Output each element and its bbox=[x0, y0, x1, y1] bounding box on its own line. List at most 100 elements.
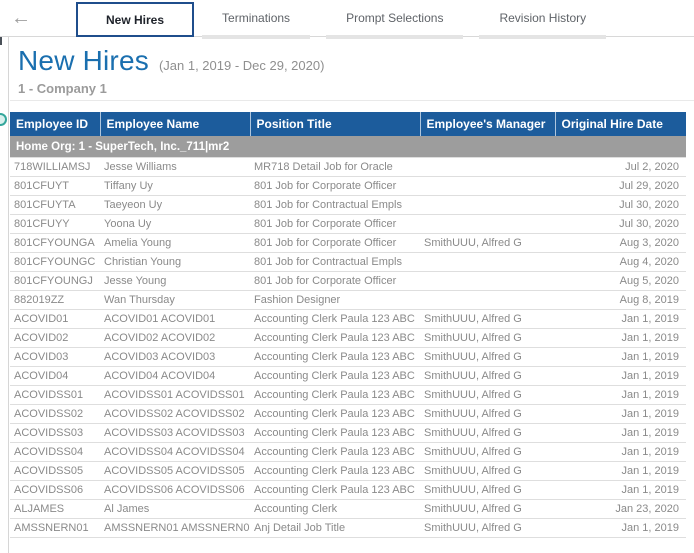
group-header-row: Home Org: 1 - SuperTech, Inc._711|mr2 bbox=[10, 136, 686, 158]
table-row: 718WILLIAMSJJesse WilliamsMR718 Detail J… bbox=[10, 158, 686, 177]
hire-date-cell: Jan 1, 2019 bbox=[555, 367, 686, 386]
employee-id-cell: 801CFYOUNGC bbox=[10, 253, 100, 272]
hire-date-cell: Jul 30, 2020 bbox=[555, 196, 686, 215]
position-title-cell: Accounting Clerk Paula 123 ABC bbox=[250, 329, 420, 348]
position-title-cell: MR718 Detail Job for Oracle bbox=[250, 158, 420, 177]
employee-id-cell: 801CFUYY bbox=[10, 215, 100, 234]
position-title-cell: 801 Job for Corporate Officer bbox=[250, 272, 420, 291]
manager-cell: SmithUUU, Alfred G bbox=[420, 500, 555, 519]
employee-id-cell: ACOVID01 bbox=[10, 310, 100, 329]
employee-id-cell: 801CFYOUNGA bbox=[10, 234, 100, 253]
manager-cell: SmithUUU, Alfred G bbox=[420, 367, 555, 386]
table-row: 882019ZZWan ThursdayFashion DesignerAug … bbox=[10, 291, 686, 310]
employee-id-cell: ACOVIDSS01 bbox=[10, 386, 100, 405]
hire-date-cell: Jan 1, 2019 bbox=[555, 462, 686, 481]
employee-id-cell: ACOVID04 bbox=[10, 367, 100, 386]
position-title-cell: Accounting Clerk Paula 123 ABC bbox=[250, 386, 420, 405]
manager-cell bbox=[420, 196, 555, 215]
hire-date-cell: Aug 8, 2019 bbox=[555, 291, 686, 310]
tab-terminations[interactable]: Terminations bbox=[194, 2, 318, 33]
employee-name-cell: Taeyeon Uy bbox=[100, 196, 250, 215]
employee-id-cell: 801CFUYT bbox=[10, 177, 100, 196]
manager-cell: SmithUUU, Alfred G bbox=[420, 443, 555, 462]
employee-name-cell: ACOVIDSS04 ACOVIDSS04 bbox=[100, 443, 250, 462]
position-title-cell: Accounting Clerk Paula 123 ABC bbox=[250, 443, 420, 462]
table-row: ACOVIDSS05ACOVIDSS05 ACOVIDSS05Accountin… bbox=[10, 462, 686, 481]
employee-name-cell: Al James bbox=[100, 500, 250, 519]
section-divider bbox=[10, 100, 694, 101]
report-content: New Hires(Jan 1, 2019 - Dec 29, 2020) 1 … bbox=[0, 37, 694, 553]
hire-date-cell: Jul 29, 2020 bbox=[555, 177, 686, 196]
column-header-employee-id[interactable]: Employee ID bbox=[10, 112, 100, 136]
table-row: AMSSNERN01AMSSNERN01 AMSSNERN01Anj Detai… bbox=[10, 519, 686, 538]
left-edge-marker-icon bbox=[0, 113, 7, 126]
employee-name-cell: Jesse Williams bbox=[100, 158, 250, 177]
manager-cell bbox=[420, 215, 555, 234]
hire-date-cell: Jan 1, 2019 bbox=[555, 386, 686, 405]
table-row: ACOVIDSS04ACOVIDSS04 ACOVIDSS04Accountin… bbox=[10, 443, 686, 462]
manager-cell: SmithUUU, Alfred G bbox=[420, 424, 555, 443]
employee-name-cell: Amelia Young bbox=[100, 234, 250, 253]
position-title-cell: 801 Job for Corporate Officer bbox=[250, 177, 420, 196]
page-title: New Hires bbox=[18, 45, 149, 76]
table-row: 801CFYOUNGAAmelia Young801 Job for Corpo… bbox=[10, 234, 686, 253]
position-title-cell: Fashion Designer bbox=[250, 291, 420, 310]
hire-date-cell: Jan 1, 2019 bbox=[555, 329, 686, 348]
manager-cell: SmithUUU, Alfred G bbox=[420, 348, 555, 367]
company-filter-label: 1 - Company 1 bbox=[18, 81, 694, 96]
position-title-cell: Accounting Clerk Paula 123 ABC bbox=[250, 348, 420, 367]
table-row: ACOVIDSS01ACOVIDSS01 ACOVIDSS01Accountin… bbox=[10, 386, 686, 405]
table-row: 801CFYOUNGCChristian Young801 Job for Co… bbox=[10, 253, 686, 272]
employee-name-cell: AMSSNERN01 AMSSNERN01 bbox=[100, 519, 250, 538]
employee-name-cell: ACOVIDSS02 ACOVIDSS02 bbox=[100, 405, 250, 424]
hire-date-cell: Jan 1, 2019 bbox=[555, 481, 686, 500]
column-header-original-hire-date[interactable]: Original Hire Date bbox=[555, 112, 686, 136]
hire-date-cell: Jan 1, 2019 bbox=[555, 310, 686, 329]
hire-date-cell: Jan 1, 2019 bbox=[555, 348, 686, 367]
employee-name-cell: Yoona Uy bbox=[100, 215, 250, 234]
employee-name-cell: ACOVID01 ACOVID01 bbox=[100, 310, 250, 329]
column-header-position-title[interactable]: Position Title bbox=[250, 112, 420, 136]
tab-new-hires[interactable]: New Hires bbox=[76, 2, 194, 37]
table-row: ACOVIDSS02ACOVIDSS02 ACOVIDSS02Accountin… bbox=[10, 405, 686, 424]
employee-id-cell: ACOVIDSS06 bbox=[10, 481, 100, 500]
employee-name-cell: Christian Young bbox=[100, 253, 250, 272]
employee-name-cell: Jesse Young bbox=[100, 272, 250, 291]
table-row: 801CFYOUNGJJesse Young801 Job for Corpor… bbox=[10, 272, 686, 291]
position-title-cell: Accounting Clerk bbox=[250, 500, 420, 519]
column-header-employee-s-manager[interactable]: Employee's Manager bbox=[420, 112, 555, 136]
employee-id-cell: 882019ZZ bbox=[10, 291, 100, 310]
employee-id-cell: 801CFUYTA bbox=[10, 196, 100, 215]
manager-cell: SmithUUU, Alfred G bbox=[420, 519, 555, 538]
employee-id-cell: 718WILLIAMSJ bbox=[10, 158, 100, 177]
position-title-cell: 801 Job for Contractual Empls bbox=[250, 253, 420, 272]
table-row: 801CFUYTATaeyeon Uy801 Job for Contractu… bbox=[10, 196, 686, 215]
manager-cell: SmithUUU, Alfred G bbox=[420, 386, 555, 405]
position-title-cell: Accounting Clerk Paula 123 ABC bbox=[250, 462, 420, 481]
employee-name-cell: ACOVID04 ACOVID04 bbox=[100, 367, 250, 386]
manager-cell bbox=[420, 177, 555, 196]
column-header-employee-name[interactable]: Employee Name bbox=[100, 112, 250, 136]
new-hires-table: Employee IDEmployee NamePosition TitleEm… bbox=[10, 112, 686, 538]
table-row: 801CFUYTTiffany Uy801 Job for Corporate … bbox=[10, 177, 686, 196]
position-title-cell: Accounting Clerk Paula 123 ABC bbox=[250, 424, 420, 443]
report-screen: { "tabbar": { "back_icon": "←", "tabs": … bbox=[0, 0, 694, 553]
hire-date-cell: Jan 1, 2019 bbox=[555, 519, 686, 538]
tab-prompt-selections[interactable]: Prompt Selections bbox=[318, 2, 471, 33]
manager-cell: SmithUUU, Alfred G bbox=[420, 329, 555, 348]
employee-id-cell: ACOVID02 bbox=[10, 329, 100, 348]
employee-id-cell: ACOVIDSS05 bbox=[10, 462, 100, 481]
manager-cell bbox=[420, 253, 555, 272]
tab-revision-history[interactable]: Revision History bbox=[471, 2, 614, 33]
manager-cell bbox=[420, 291, 555, 310]
manager-cell: SmithUUU, Alfred G bbox=[420, 462, 555, 481]
manager-cell: SmithUUU, Alfred G bbox=[420, 405, 555, 424]
position-title-cell: Anj Detail Job Title bbox=[250, 519, 420, 538]
manager-cell: SmithUUU, Alfred G bbox=[420, 234, 555, 253]
manager-cell: SmithUUU, Alfred G bbox=[420, 481, 555, 500]
hire-date-cell: Jan 1, 2019 bbox=[555, 405, 686, 424]
table-row: ACOVIDSS03ACOVIDSS03 ACOVIDSS03Accountin… bbox=[10, 424, 686, 443]
back-arrow-icon[interactable]: ← bbox=[6, 0, 36, 36]
position-title-cell: Accounting Clerk Paula 123 ABC bbox=[250, 481, 420, 500]
tab-bar: ← New HiresTerminationsPrompt Selections… bbox=[0, 0, 694, 37]
